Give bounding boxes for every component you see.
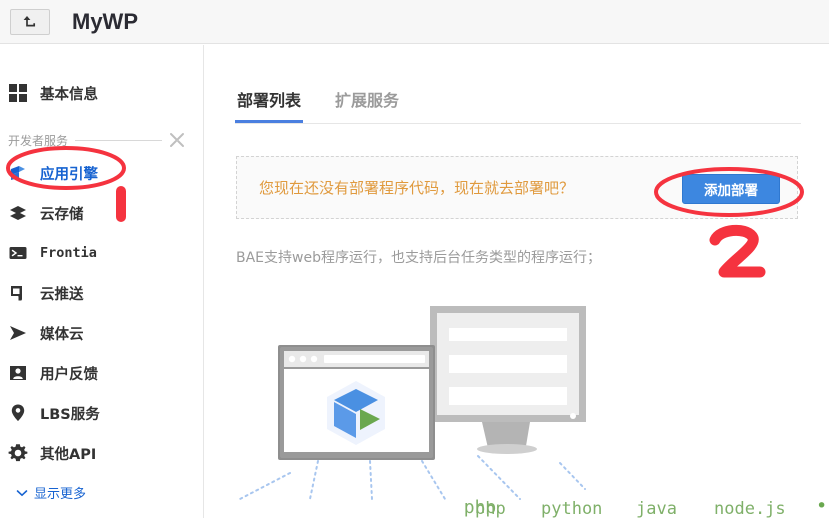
language-label-python: python — [541, 499, 603, 518]
gear-icon — [8, 442, 34, 464]
sidebar-item-label: LBS服务 — [40, 406, 100, 423]
notice-text: 您现在还没有部署程序代码，现在就去部署吧？ — [259, 179, 575, 197]
sidebar: 基本信息 开发者服务 应用引擎 云存储 Frontia 云推送 媒体云 用户反馈… — [0, 45, 204, 518]
app-header: MyWP — [0, 0, 829, 44]
language-label-php: php — [475, 499, 506, 518]
back-button[interactable] — [10, 8, 50, 35]
language-label-ellipsis: ••• — [816, 495, 829, 517]
tab-extension-services[interactable]: 扩展服务 — [333, 87, 401, 123]
divider — [75, 139, 162, 141]
sidebar-item-cloud-storage[interactable]: 云存储 — [0, 193, 203, 233]
sidebar-show-more[interactable]: 显示更多 — [0, 483, 203, 502]
sidebar-item-media-cloud[interactable]: 媒体云 — [0, 313, 203, 353]
sidebar-group-label: 开发者服务 — [8, 133, 69, 148]
description-text: BAE支持web程序运行，也支持后台任务类型的程序运行； — [236, 250, 601, 266]
tools-icon — [169, 132, 185, 148]
sidebar-item-label: 其他API — [40, 446, 97, 463]
sidebar-show-more-label: 显示更多 — [34, 487, 87, 502]
sidebar-item-label: 基本信息 — [40, 86, 98, 103]
sidebar-item-cloud-push[interactable]: 云推送 — [0, 273, 203, 313]
tab-deployment-list[interactable]: 部署列表 — [235, 87, 304, 123]
empty-deployment-notice: 您现在还没有部署程序代码，现在就去部署吧？ 添加部署 — [236, 156, 798, 219]
sidebar-item-label: 云存储 — [40, 206, 84, 223]
sidebar-item-label: Frontia — [40, 245, 97, 261]
add-deployment-button[interactable]: 添加部署 — [682, 174, 780, 204]
sidebar-group-developer-services: 开发者服务 — [0, 127, 203, 153]
grid-icon — [8, 82, 34, 104]
main-content: 部署列表 扩展服务 您现在还没有部署程序代码，现在就去部署吧？ 添加部署 BAE… — [205, 45, 829, 518]
sidebar-item-other-api[interactable]: 其他API — [0, 433, 203, 473]
sidebar-item-label: 云推送 — [40, 286, 84, 303]
app-root: MyWP 基本信息 开发者服务 应用引擎 云存储 Frontia 云推送 媒体云… — [0, 0, 829, 518]
terminal-icon — [8, 242, 34, 264]
language-label-row: php python java node.js ••• — [230, 303, 829, 518]
sidebar-item-basic-info[interactable]: 基本信息 — [0, 73, 203, 113]
return-arrow-icon — [21, 15, 39, 29]
sidebar-item-user-feedback[interactable]: 用户反馈 — [0, 353, 203, 393]
sidebar-item-lbs-service[interactable]: LBS服务 — [0, 393, 203, 433]
tab-bar: 部署列表 扩展服务 — [235, 87, 801, 124]
megaphone-icon — [8, 282, 34, 304]
language-label-nodejs: node.js — [714, 499, 786, 518]
sidebar-item-label: 应用引擎 — [40, 166, 98, 183]
app-engine-icon — [8, 162, 34, 184]
layers-icon — [8, 202, 34, 224]
sidebar-item-frontia[interactable]: Frontia — [0, 233, 203, 273]
sidebar-item-app-engine[interactable]: 应用引擎 — [0, 153, 203, 193]
play-media-icon — [8, 322, 34, 344]
brand-title: MyWP — [72, 8, 138, 34]
sidebar-item-label: 媒体云 — [40, 326, 84, 343]
sidebar-item-label: 用户反馈 — [40, 366, 98, 383]
language-label-java: java — [636, 499, 677, 518]
location-pin-icon — [8, 402, 34, 424]
platform-illustration: php php python java node.js ••• — [230, 303, 829, 518]
chevron-down-icon — [16, 488, 28, 498]
user-feedback-icon — [8, 362, 34, 384]
